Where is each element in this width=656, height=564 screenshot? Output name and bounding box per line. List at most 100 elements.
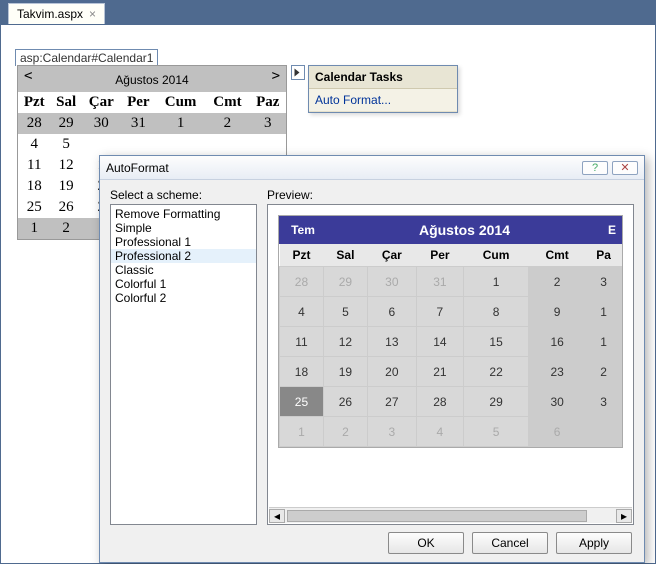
- calendar-day-cell[interactable]: 29: [51, 113, 82, 134]
- cancel-button[interactable]: Cancel: [472, 532, 548, 554]
- preview-day-cell[interactable]: 4: [416, 417, 463, 447]
- designer-surface[interactable]: asp:Calendar#Calendar1 < Ağustos 2014 > …: [0, 24, 656, 564]
- scroll-left-icon[interactable]: ◂: [269, 509, 285, 523]
- preview-day-cell[interactable]: 3: [586, 267, 622, 297]
- scheme-option[interactable]: Remove Formatting: [111, 207, 256, 221]
- calendar-day-header: Paz: [250, 92, 286, 113]
- preview-day-cell[interactable]: 1: [586, 297, 622, 327]
- calendar-day-header: Çar: [82, 92, 121, 113]
- calendar-day-cell[interactable]: 4: [18, 134, 51, 155]
- calendar-day-cell[interactable]: 25: [18, 197, 51, 218]
- preview-day-cell[interactable]: 20: [367, 357, 416, 387]
- preview-day-cell[interactable]: 21: [416, 357, 463, 387]
- smart-tag-glyph[interactable]: [291, 65, 305, 80]
- help-icon[interactable]: ?: [582, 161, 608, 175]
- preview-day-cell[interactable]: 5: [464, 417, 529, 447]
- preview-day-cell[interactable]: 22: [464, 357, 529, 387]
- scheme-listbox[interactable]: Remove FormattingSimpleProfessional 1Pro…: [110, 204, 257, 525]
- preview-day-cell[interactable]: 23: [529, 357, 586, 387]
- preview-day-cell[interactable]: 1: [586, 327, 622, 357]
- preview-day-cell[interactable]: 28: [280, 267, 324, 297]
- calendar-day-cell[interactable]: 1: [156, 113, 205, 134]
- preview-pane: Tem Ağustos 2014 E PztSalÇarPerCumCmtPa …: [267, 204, 634, 525]
- calendar-day-cell[interactable]: 1: [18, 218, 51, 239]
- preview-hscrollbar[interactable]: ◂ ▸: [269, 507, 632, 523]
- calendar-day-cell[interactable]: 3: [250, 113, 286, 134]
- calendar-day-cell[interactable]: [205, 134, 249, 155]
- preview-day-cell[interactable]: 2: [323, 417, 367, 447]
- scroll-right-icon[interactable]: ▸: [616, 509, 632, 523]
- calendar-day-cell[interactable]: 12: [51, 155, 82, 176]
- calendar-day-cell[interactable]: 18: [18, 176, 51, 197]
- scheme-option[interactable]: Colorful 1: [111, 277, 256, 291]
- dialog-titlebar[interactable]: AutoFormat ? ✕: [100, 156, 644, 180]
- preview-day-cell[interactable]: 26: [323, 387, 367, 417]
- preview-day-cell[interactable]: 29: [323, 267, 367, 297]
- scheme-option[interactable]: Professional 2: [111, 249, 256, 263]
- preview-day-cell[interactable]: 3: [367, 417, 416, 447]
- preview-day-cell[interactable]: 14: [416, 327, 463, 357]
- preview-day-cell[interactable]: 19: [323, 357, 367, 387]
- close-icon[interactable]: ✕: [612, 161, 638, 175]
- apply-button[interactable]: Apply: [556, 532, 632, 554]
- preview-day-cell[interactable]: 6: [529, 417, 586, 447]
- calendar-day-cell[interactable]: 31: [121, 113, 156, 134]
- preview-day-cell[interactable]: 18: [280, 357, 324, 387]
- preview-day-cell[interactable]: 9: [529, 297, 586, 327]
- preview-day-cell[interactable]: 5: [323, 297, 367, 327]
- calendar-day-cell[interactable]: 30: [82, 113, 121, 134]
- preview-day-cell[interactable]: 29: [464, 387, 529, 417]
- preview-day-cell[interactable]: 13: [367, 327, 416, 357]
- preview-day-cell[interactable]: 2: [529, 267, 586, 297]
- calendar-day-cell[interactable]: 28: [18, 113, 51, 134]
- preview-day-cell[interactable]: 15: [464, 327, 529, 357]
- preview-day-cell[interactable]: 4: [280, 297, 324, 327]
- preview-day-cell[interactable]: 7: [416, 297, 463, 327]
- preview-nav-prev[interactable]: Tem: [279, 223, 327, 237]
- close-icon[interactable]: ×: [89, 7, 96, 21]
- calendar-day-cell[interactable]: [121, 134, 156, 155]
- preview-day-cell[interactable]: [586, 417, 622, 447]
- smart-tag-title: Calendar Tasks: [309, 66, 457, 89]
- preview-day-cell[interactable]: 1: [464, 267, 529, 297]
- preview-day-cell[interactable]: 30: [367, 267, 416, 297]
- ok-button[interactable]: OK: [388, 532, 464, 554]
- preview-day-header: Cmt: [529, 244, 586, 267]
- preview-day-cell[interactable]: 3: [586, 387, 622, 417]
- preview-day-cell[interactable]: 28: [416, 387, 463, 417]
- calendar-day-cell[interactable]: [156, 134, 205, 155]
- preview-day-cell[interactable]: 1: [280, 417, 324, 447]
- smart-tag-item[interactable]: Auto Format...: [309, 89, 457, 112]
- scheme-option[interactable]: Professional 1: [111, 235, 256, 249]
- preview-calendar: Tem Ağustos 2014 E PztSalÇarPerCumCmtPa …: [278, 215, 623, 448]
- scheme-option[interactable]: Classic: [111, 263, 256, 277]
- scheme-option[interactable]: Simple: [111, 221, 256, 235]
- preview-day-cell[interactable]: 27: [367, 387, 416, 417]
- calendar-day-header: Pzt: [18, 92, 51, 113]
- preview-day-cell[interactable]: 8: [464, 297, 529, 327]
- preview-day-cell[interactable]: 6: [367, 297, 416, 327]
- scheme-option[interactable]: Colorful 2: [111, 291, 256, 305]
- preview-day-header: Per: [416, 244, 463, 267]
- calendar-nav-next[interactable]: >: [272, 68, 280, 84]
- calendar-day-cell[interactable]: [250, 134, 286, 155]
- preview-day-cell[interactable]: 12: [323, 327, 367, 357]
- calendar-day-cell[interactable]: 5: [51, 134, 82, 155]
- calendar-day-cell[interactable]: 26: [51, 197, 82, 218]
- preview-day-header: Cum: [464, 244, 529, 267]
- preview-day-cell[interactable]: 31: [416, 267, 463, 297]
- calendar-day-cell[interactable]: 2: [205, 113, 249, 134]
- calendar-day-cell[interactable]: 2: [51, 218, 82, 239]
- preview-day-cell[interactable]: 30: [529, 387, 586, 417]
- preview-nav-next[interactable]: E: [602, 223, 622, 237]
- tab-takvim[interactable]: Takvim.aspx ×: [8, 3, 105, 24]
- calendar-nav-prev[interactable]: <: [24, 68, 32, 84]
- preview-day-cell[interactable]: 16: [529, 327, 586, 357]
- scroll-thumb[interactable]: [287, 510, 587, 522]
- preview-day-cell[interactable]: 25: [280, 387, 324, 417]
- preview-day-cell[interactable]: 11: [280, 327, 324, 357]
- preview-day-cell[interactable]: 2: [586, 357, 622, 387]
- calendar-day-cell[interactable]: [82, 134, 121, 155]
- calendar-day-cell[interactable]: 11: [18, 155, 51, 176]
- calendar-day-cell[interactable]: 19: [51, 176, 82, 197]
